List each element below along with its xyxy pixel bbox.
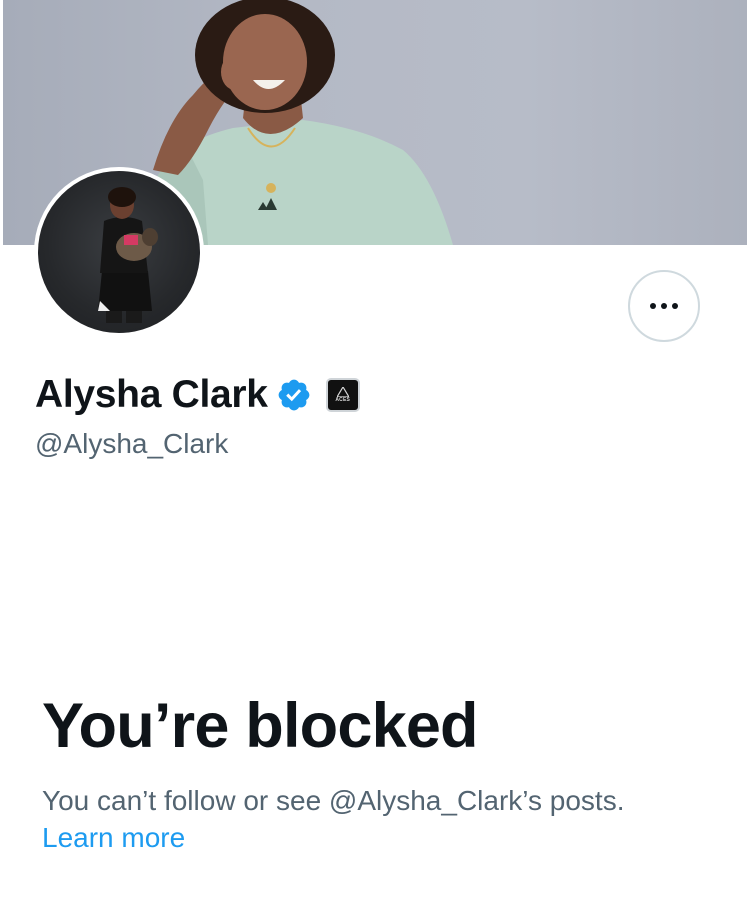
profile-avatar[interactable] [34, 167, 204, 337]
display-name: Alysha Clark [35, 373, 268, 416]
profile-name-row: Alysha Clark ACES [35, 373, 360, 417]
more-options-button[interactable] [628, 270, 700, 342]
avatar-photo [38, 171, 200, 333]
blocked-message: You can’t follow or see @Alysha_Clark’s … [42, 785, 625, 816]
more-horizontal-icon [650, 303, 678, 309]
affiliation-badge-label: ACES [335, 397, 351, 403]
learn-more-link[interactable]: Learn more [42, 819, 185, 857]
aces-logo-icon[interactable]: ACES [325, 378, 360, 412]
profile-handle: @Alysha_Clark [35, 428, 229, 459]
profile-page: Alysha Clark ACES @Alysha_Clark You’re b… [0, 0, 750, 908]
verified-badge-icon[interactable] [276, 377, 312, 413]
blocked-title: You’re blocked [42, 691, 479, 761]
